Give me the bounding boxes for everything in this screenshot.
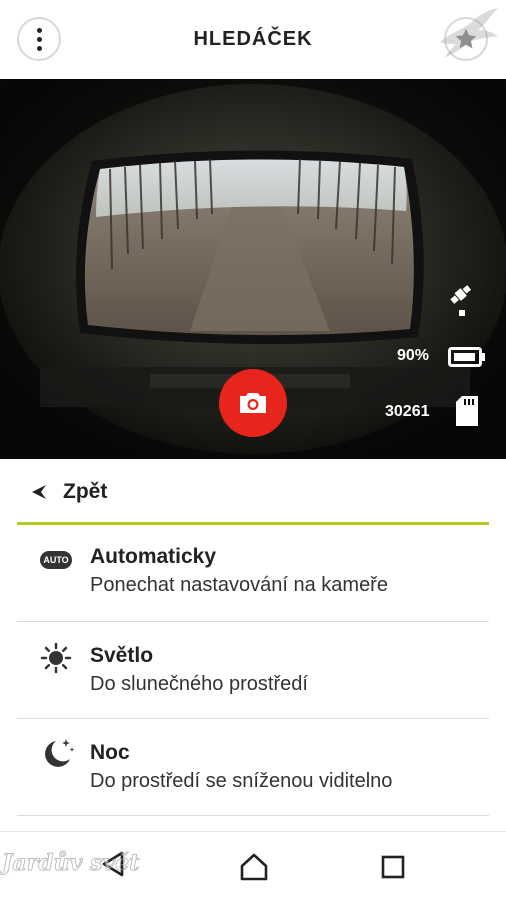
moon-stars-icon — [45, 739, 75, 767]
app-header: HLEDÁČEK — [0, 0, 506, 79]
mode-subtitle: Do slunečného prostředí — [90, 673, 308, 695]
nav-recents-icon[interactable] — [381, 855, 405, 879]
back-label: Zpět — [63, 480, 108, 503]
shutter-button[interactable] — [219, 369, 287, 437]
mode-subtitle: Do prostředí se sníženou viditelno — [90, 770, 393, 792]
battery-percent: 90% — [397, 347, 430, 364]
list-divider — [17, 815, 489, 816]
satellite-icon — [450, 285, 472, 316]
sd-card-icon — [456, 396, 478, 426]
nav-home-icon[interactable] — [239, 852, 269, 882]
favorite-button[interactable] — [444, 17, 488, 61]
list-item-night[interactable]: Noc Do prostředí se sníženou viditelno — [0, 719, 506, 815]
mode-title: Noc — [90, 741, 130, 764]
star-icon — [455, 28, 477, 49]
back-row[interactable]: Zpět — [0, 459, 506, 525]
remaining-shots-count: 30261 — [385, 403, 430, 420]
accent-divider — [17, 522, 489, 525]
list-item-light[interactable]: Světlo Do slunečného prostředí — [0, 622, 506, 718]
text-fade — [440, 769, 480, 795]
sun-icon — [40, 642, 72, 674]
mode-title: Světlo — [90, 644, 154, 667]
list-item-auto[interactable]: AUTO Automaticky Ponechat nastavování na… — [0, 526, 506, 622]
mode-title: Automaticky — [90, 545, 217, 568]
battery-icon — [448, 347, 485, 367]
mode-subtitle: Ponechat nastavování na kameře — [90, 574, 388, 596]
camera-viewfinder[interactable]: 90% 30261 — [0, 79, 506, 459]
chevron-left-icon — [32, 485, 46, 499]
auto-badge-label: AUTO — [43, 555, 69, 565]
watermark-text: Jardův svět — [1, 850, 140, 877]
page-title: HLEDÁČEK — [193, 28, 313, 50]
camera-icon — [240, 393, 266, 413]
app-screen: HLEDÁČEK 90% 30261 Zpět AUTO Automaticky… — [0, 0, 506, 900]
